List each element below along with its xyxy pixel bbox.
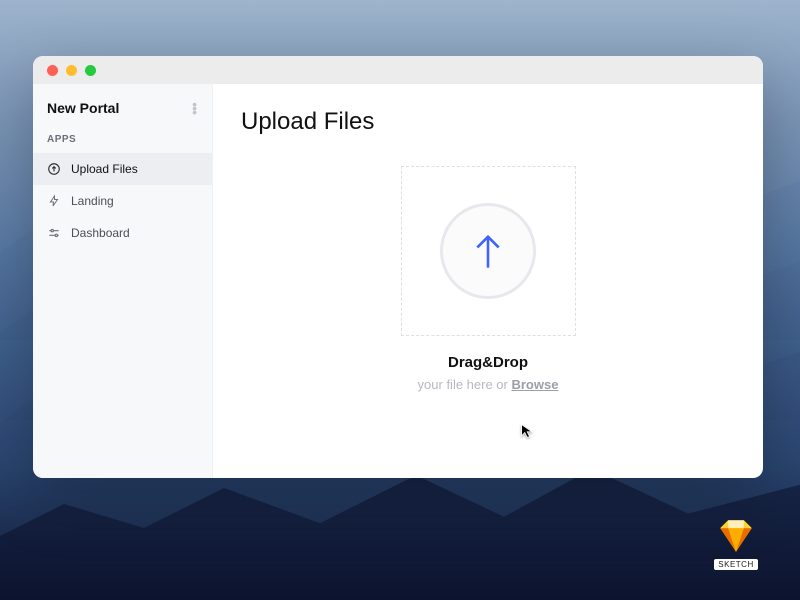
sidebar-item-label: Landing <box>71 194 114 208</box>
sliders-icon <box>47 226 61 240</box>
arrow-up-icon <box>471 231 505 271</box>
desktop-file-label: SKETCH <box>714 559 757 570</box>
sidebar-section-label: APPS <box>33 128 212 153</box>
window-titlebar <box>33 56 763 84</box>
cursor-icon <box>520 423 536 439</box>
sidebar-item-label: Dashboard <box>71 226 130 240</box>
window-minimize-button[interactable] <box>66 65 77 76</box>
sidebar-menu-icon[interactable]: ••• <box>192 102 198 114</box>
main-content: Upload Files Drag&Drop your file here or… <box>213 84 763 478</box>
upload-icon <box>47 162 61 176</box>
app-window: New Portal ••• APPS Upload Files Landing <box>33 56 763 478</box>
drop-zone[interactable] <box>401 166 576 336</box>
page-heading: Upload Files <box>241 108 735 136</box>
sidebar-item-upload-files[interactable]: Upload Files <box>33 153 212 185</box>
drop-heading: Drag&Drop <box>418 354 559 371</box>
browse-link[interactable]: Browse <box>511 377 558 392</box>
sidebar-item-landing[interactable]: Landing <box>33 185 212 217</box>
desktop-file-sketch[interactable]: SKETCH <box>712 515 760 570</box>
sidebar-item-dashboard[interactable]: Dashboard <box>33 217 212 249</box>
lightning-icon <box>47 194 61 208</box>
sidebar-title: New Portal <box>47 100 119 116</box>
sidebar-item-label: Upload Files <box>71 162 138 176</box>
drop-subtext: your file here or Browse <box>418 377 559 392</box>
window-close-button[interactable] <box>47 65 58 76</box>
sidebar: New Portal ••• APPS Upload Files Landing <box>33 84 213 478</box>
upload-circle <box>440 203 536 299</box>
window-zoom-button[interactable] <box>85 65 96 76</box>
